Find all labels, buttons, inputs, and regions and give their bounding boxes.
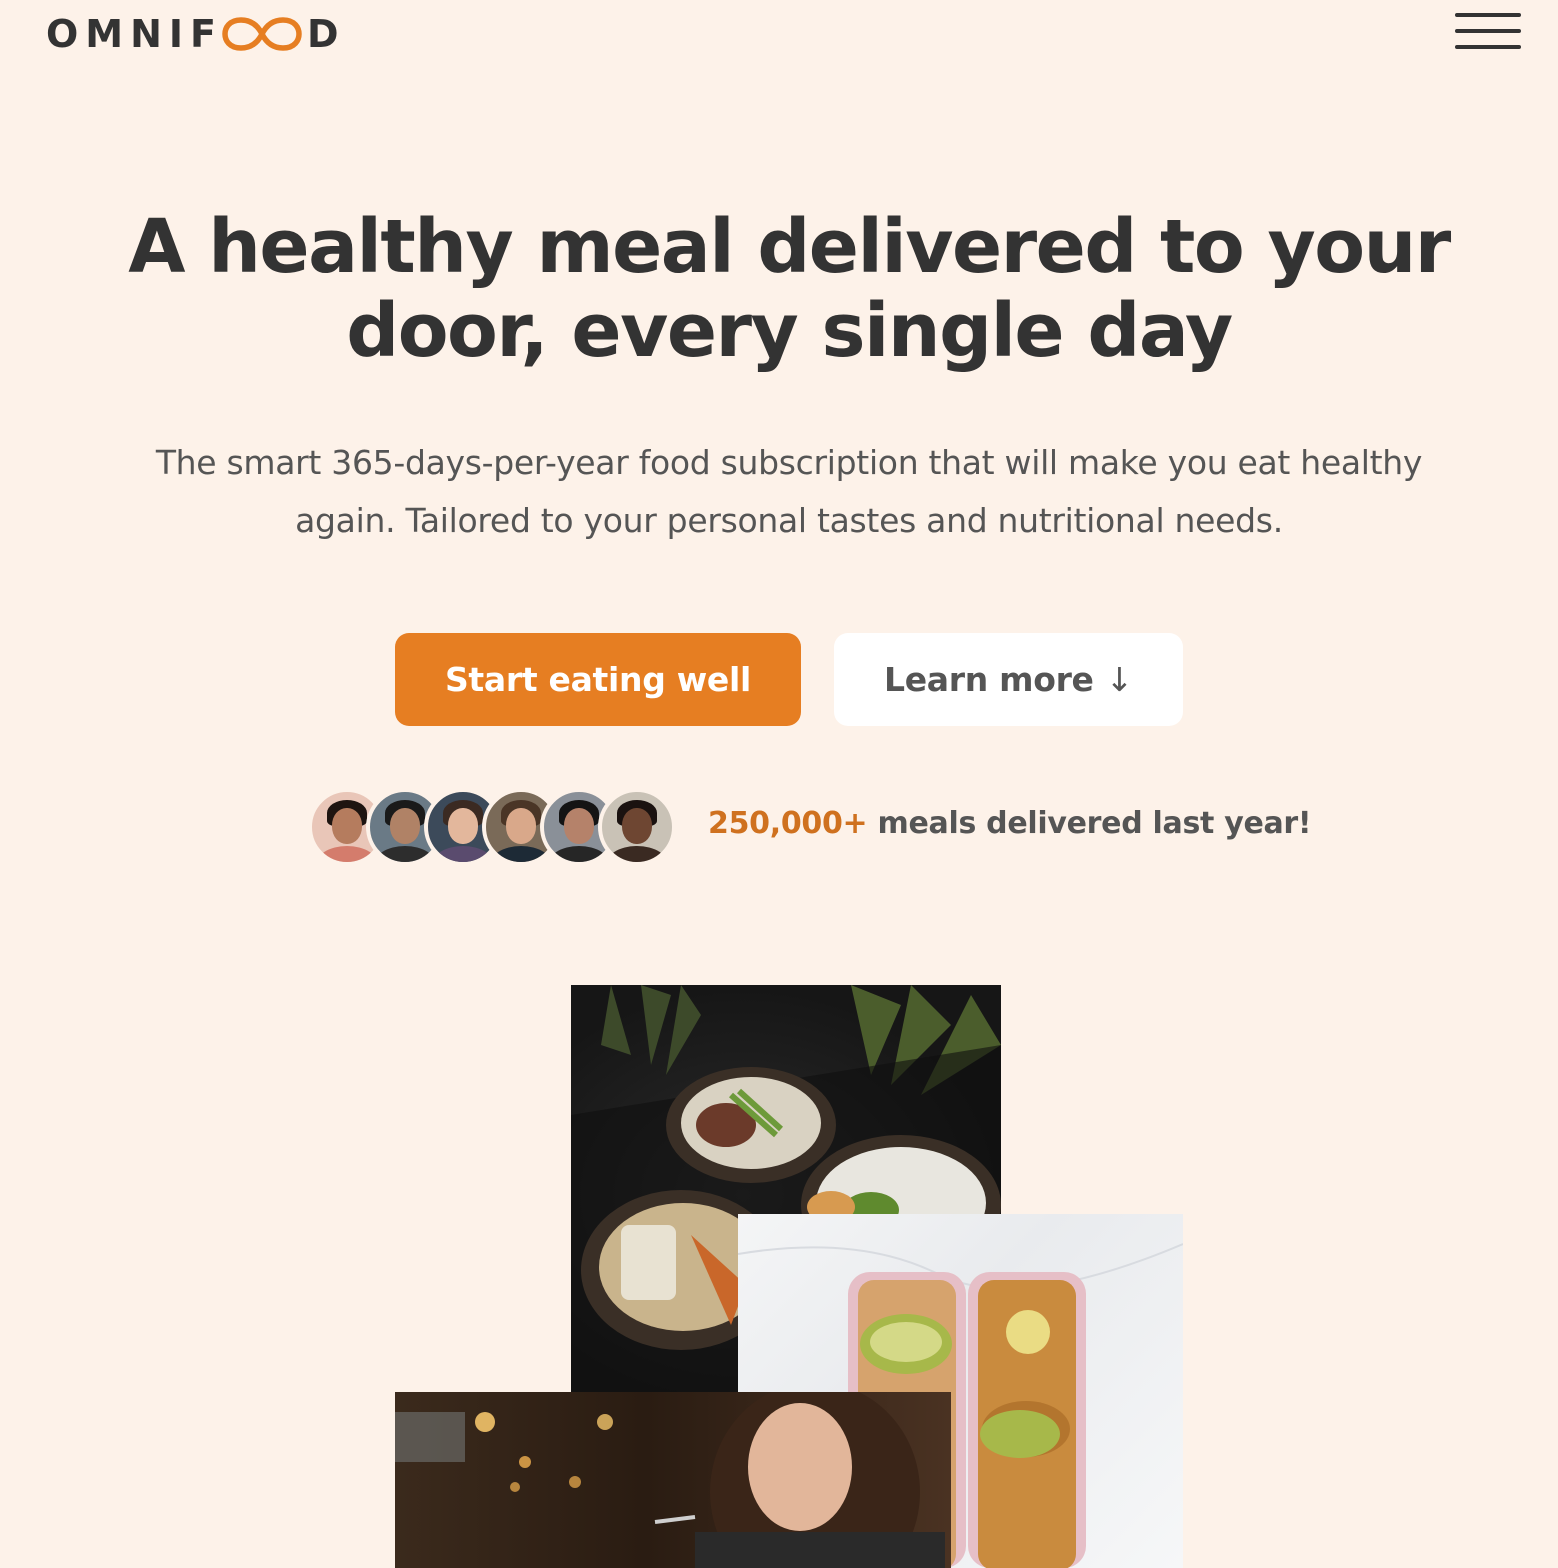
delivered-meals-text: 250,000+ meals delivered last year!	[708, 806, 1312, 841]
infinity-logo-icon	[222, 17, 302, 51]
hero-title: A healthy meal delivered to your door, e…	[100, 205, 1478, 373]
learn-more-button[interactable]: Learn more ↓	[834, 633, 1183, 726]
site-header: OMNIF D	[0, 0, 1558, 70]
omnifood-logo[interactable]: OMNIF D	[46, 12, 346, 56]
woman-eating-photo	[395, 1392, 951, 1568]
learn-more-label: Learn more	[883, 660, 1094, 699]
customer-avatar	[598, 788, 676, 866]
hero-description-line-1: The smart 365-days-per-year food subscri…	[155, 443, 1423, 482]
logo-text-left: OMNIF	[46, 12, 224, 56]
hero-description-line-2: again. Tailored to your personal tastes …	[295, 501, 1283, 540]
logo-text-right: D	[307, 12, 346, 56]
hamburger-menu-icon[interactable]	[1455, 12, 1523, 52]
hero-title-line-2: door, every single day	[346, 288, 1233, 374]
hero-description: The smart 365-days-per-year food subscri…	[120, 434, 1458, 550]
hero-title-line-1: A healthy meal delivered to your	[128, 204, 1451, 290]
delivered-meals-count: 250,000+	[708, 806, 868, 841]
start-eating-well-label: Start eating well	[444, 660, 752, 699]
arrow-down-icon: ↓	[1105, 660, 1134, 699]
delivered-meals-label: meals delivered last year!	[867, 806, 1312, 841]
start-eating-well-button[interactable]: Start eating well	[395, 633, 801, 726]
